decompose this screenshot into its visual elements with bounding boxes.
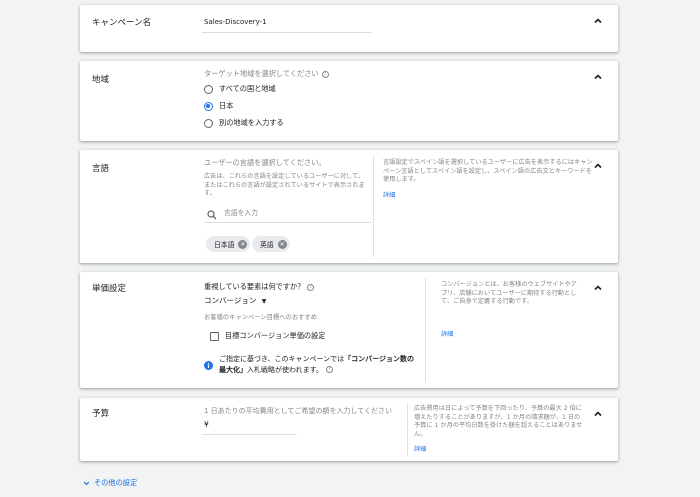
radio-other-location[interactable]: 別の地域を入力する <box>204 118 284 128</box>
bidding-recommendation: お客様のキャンペーン目標へのおすすめ <box>204 314 318 321</box>
collapse-language-button[interactable] <box>592 160 604 172</box>
collapse-bidding-button[interactable] <box>592 282 604 294</box>
collapse-location-button[interactable] <box>592 71 604 83</box>
campaign-name-title: キャンペーン名 <box>92 18 152 28</box>
bidding-info-text: ご指定に基づき、このキャンペーンでは「コンバージョン数の最大化」入札戦略が使われ… <box>219 355 415 374</box>
budget-title: 予算 <box>92 409 110 419</box>
language-description: 広告は、これらの言語を設定しているユーザーに対して、またはこれらの言語が設定され… <box>204 173 365 198</box>
dropdown-arrow-icon: ▼ <box>261 298 267 305</box>
radio-japan[interactable]: 日本 <box>204 101 233 111</box>
budget-card: 予算 1 日あたりの平均費用としてご希望の額を入力してください ¥ 広告費用は日… <box>80 398 618 461</box>
language-learn-more-link[interactable]: 詳細 <box>383 192 395 201</box>
language-title: 言語 <box>92 164 110 174</box>
other-settings-label: その他の設定 <box>94 478 138 487</box>
language-search-input[interactable]: 言語を入力 <box>224 207 258 217</box>
location-prompt: ターゲット地域を選択してください? <box>204 69 329 79</box>
campaign-name-underline <box>202 32 372 33</box>
language-search-underline <box>204 222 371 223</box>
language-card: 言語 ユーザーの言語を選択してください。 広告は、これらの言語を設定しているユー… <box>80 150 618 263</box>
campaign-name-input[interactable]: Sales-Discovery-1 <box>204 18 267 26</box>
bidding-help-text: コンバージョンとは、お客様のウェブサイトやアプリ、店舗においてユーザーに期待する… <box>441 281 577 306</box>
budget-amount-input[interactable] <box>212 419 292 431</box>
radio-label: 日本 <box>219 101 234 110</box>
collapse-budget-button[interactable] <box>592 408 604 420</box>
campaign-name-card: キャンペーン名 Sales-Discovery-1 <box>80 5 618 52</box>
help-icon[interactable]: ? <box>325 366 333 373</box>
chevron-up-icon <box>594 18 602 24</box>
bidding-title: 単価設定 <box>92 284 127 294</box>
chevron-up-icon <box>594 74 602 80</box>
other-settings-toggle[interactable]: その他の設定 <box>82 478 137 488</box>
location-title: 地域 <box>92 75 110 85</box>
radio-button[interactable] <box>204 118 213 128</box>
chevron-up-icon <box>594 285 602 291</box>
checkbox[interactable] <box>210 331 219 341</box>
chip-english[interactable]: 英語 ✕ <box>252 236 290 252</box>
budget-prompt: 1 日あたりの平均費用としてご希望の額を入力してください <box>204 407 393 415</box>
collapse-campaign-name-button[interactable] <box>592 15 604 27</box>
language-help-text: 言語設定でスペイン語を選択しているユーザーに広告を表示するにはキャンペーン言語と… <box>383 159 593 184</box>
remove-chip-icon[interactable]: ✕ <box>238 239 248 249</box>
chip-label: 日本語 <box>214 241 235 249</box>
divider <box>407 404 408 456</box>
help-icon[interactable]: ? <box>307 283 315 291</box>
chevron-up-icon <box>594 411 602 417</box>
budget-currency-symbol: ¥ <box>204 420 209 429</box>
bidding-card: 単価設定 重視している要素は何ですか？? コンバージョン ▼ お客様のキャンペー… <box>80 272 618 388</box>
target-cpa-checkbox[interactable]: 目標コンバージョン単価の設定 <box>210 331 325 341</box>
chevron-up-icon <box>594 163 602 169</box>
chip-label: 英語 <box>260 241 274 249</box>
budget-learn-more-link[interactable]: 詳細 <box>414 446 426 455</box>
radio-all-countries[interactable]: すべての国と地域 <box>204 84 276 94</box>
radio-button[interactable] <box>204 84 213 94</box>
radio-label: すべての国と地域 <box>219 84 276 93</box>
language-prompt: ユーザーの言語を選択してください。 <box>204 158 326 167</box>
radio-label: 別の地域を入力する <box>219 118 284 127</box>
info-icon <box>204 355 214 370</box>
chip-japanese[interactable]: 日本語 ✕ <box>206 236 251 252</box>
budget-help-text: 広告費用は日によって予算を下回ったり、予算の最大 2 倍に増えたりすることがあり… <box>414 405 583 439</box>
remove-chip-icon[interactable]: ✕ <box>277 239 287 249</box>
bidding-question: 重視している要素は何ですか？? <box>204 282 315 292</box>
bidding-learn-more-link[interactable]: 詳細 <box>441 331 453 340</box>
budget-input-underline <box>202 434 297 435</box>
divider <box>425 278 426 382</box>
help-icon[interactable]: ? <box>321 70 329 78</box>
search-icon <box>207 205 217 220</box>
checkbox-label: 目標コンバージョン単価の設定 <box>225 331 326 340</box>
radio-button-selected[interactable] <box>204 101 213 111</box>
divider <box>373 156 374 257</box>
location-card: 地域 ターゲット地域を選択してください? すべての国と地域 日本 別の地域を入力… <box>80 61 618 141</box>
chevron-down-icon <box>83 481 90 485</box>
bidding-focus-dropdown[interactable]: コンバージョン ▼ <box>204 295 266 306</box>
